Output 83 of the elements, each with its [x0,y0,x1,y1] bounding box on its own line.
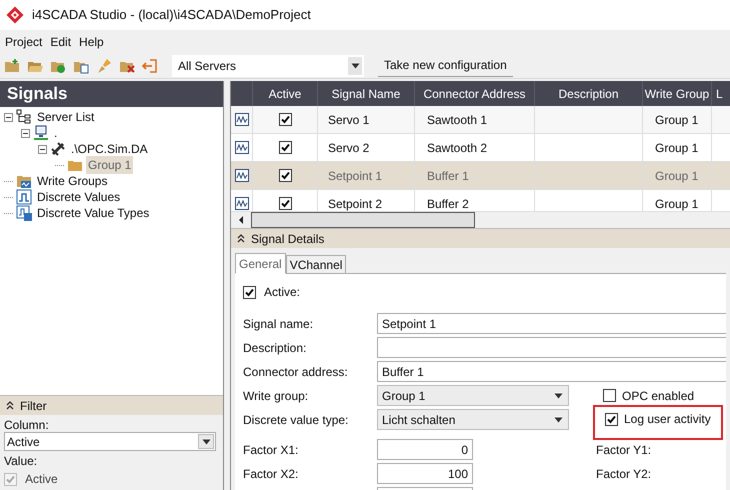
waveform-icon [234,197,248,210]
dropdown[interactable]: Licht schalten [377,409,569,430]
table-cell: Servo 1 [318,106,415,133]
menu-item[interactable]: Help [75,32,108,50]
collapse-icon[interactable] [21,128,30,138]
tree-item[interactable]: Server List [35,108,96,126]
field-label: Factor Y2: [596,466,652,482]
menu-item[interactable]: Edit [46,32,76,50]
take-configuration-button[interactable]: Take new configuration [378,54,513,76]
table-cell: Group 1 [643,106,712,133]
checkbox[interactable] [603,389,616,402]
exit-icon[interactable] [142,58,158,74]
checkbox-label: Log user activity [624,411,711,428]
waveform-icon [234,113,248,126]
field-label: Write group: [243,388,310,404]
dropdown-caret-icon[interactable] [202,438,210,444]
table-row[interactable]: Setpoint 1 Buffer 1 Group 1 [231,162,730,190]
dropdown-caret-icon[interactable] [554,416,562,422]
tab[interactable]: General [235,253,286,274]
text-field[interactable] [377,337,726,358]
field-label: Column: [4,419,50,432]
field-label: Factor X2: [243,466,300,482]
server-list-icon [16,109,32,125]
write-groups-icon [16,173,32,189]
text-field[interactable]: Buffer 1 [377,361,726,382]
tree-item[interactable]: Discrete Values [35,188,122,206]
field-label: Discrete value type: [243,412,350,428]
connector-icon [50,141,66,157]
field-label: Connector address: [243,364,349,380]
number-field[interactable]: 0 [377,439,473,460]
dropdown-caret-icon[interactable] [350,62,360,68]
server-dropdown[interactable]: All Servers [172,54,364,76]
checkbox[interactable] [243,286,256,298]
checkbox[interactable] [278,141,292,154]
tree-item[interactable]: Group 1 [86,156,134,174]
checkbox[interactable] [605,412,618,426]
tree-item[interactable]: . [52,124,60,142]
table-cell: Group 1 [643,162,712,189]
filter-header[interactable]: Filter [0,395,223,415]
dropdown[interactable]: Group 1 [377,385,569,406]
checkbox-label: OPC enabled [622,388,694,404]
number-field[interactable]: 100 [377,463,473,484]
field-label: Signal name: [243,316,314,332]
collapse-icon[interactable] [38,144,47,154]
tree-item[interactable]: Write Groups [35,172,110,190]
table-row[interactable]: Servo 2 Sawtooth 2 Group 1 [231,134,730,162]
field-label: Factor Y1: [596,442,652,458]
tree-item[interactable]: .\OPC.Sim.DA [69,140,150,158]
checkbox[interactable] [278,169,292,182]
folder-plus-icon[interactable] [4,58,20,74]
collapse-icon[interactable] [237,234,245,243]
checkbox-label: Active [25,471,58,488]
table-row[interactable]: Servo 1 Sawtooth 1 Group 1 [231,106,730,134]
collapse-icon[interactable] [6,401,14,410]
scrollbar-thumb[interactable] [251,212,475,228]
horizontal-scrollbar[interactable] [231,211,730,228]
field-label: Value: [4,455,38,468]
field-label: Factor X1: [243,442,300,458]
menu-item[interactable]: Project [1,32,46,50]
discrete-value-types-icon [16,205,32,221]
text-field[interactable]: Setpoint 1 [377,313,726,334]
checkbox-label: Active: [264,284,300,301]
waveform-icon [234,141,248,154]
tree-item[interactable]: Discrete Value Types [35,204,152,222]
table-cell: Sawtooth 2 [415,134,535,161]
checkbox[interactable] [278,197,292,210]
table-cell: Group 1 [643,134,712,161]
table-cell: Sawtooth 1 [415,106,535,133]
signal-details-header[interactable]: Signal Details [231,228,730,248]
waveform-icon [234,169,248,182]
column-dropdown[interactable]: Active [4,432,216,451]
checkbox[interactable] [278,113,292,126]
panel-title: Signals [0,81,223,107]
window-title: i4SCADA Studio - (local)\i4SCADA\DemoProject [32,6,311,24]
field-label: Description: [243,340,308,356]
table-cell: Servo 2 [318,134,415,161]
table-cell: Setpoint 1 [318,162,415,189]
collapse-icon[interactable] [4,112,13,122]
server-icon [33,125,49,141]
table-cell: Buffer 1 [415,162,535,189]
discrete-values-icon [16,189,32,205]
tab[interactable]: VChannel [286,255,346,274]
dropdown-caret-icon[interactable] [554,392,562,398]
